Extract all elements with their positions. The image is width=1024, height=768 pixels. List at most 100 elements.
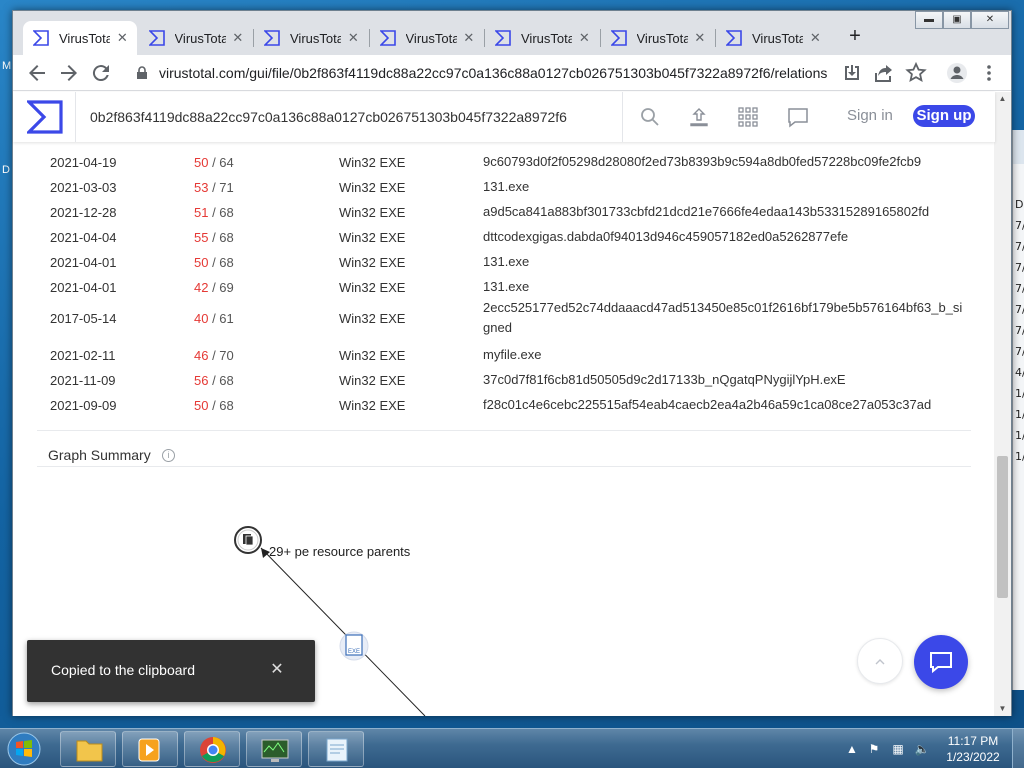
close-tab-icon[interactable]: ✕ xyxy=(578,30,590,46)
virustotal-favicon-icon xyxy=(148,30,165,46)
file-type: Win32 EXE xyxy=(339,280,406,295)
browser-tab[interactable]: VirusTotal ✕ xyxy=(370,21,484,55)
file-type: Win32 EXE xyxy=(339,155,406,170)
arrow-left-icon xyxy=(29,65,45,81)
detections-positive: 53 xyxy=(194,180,209,195)
apps-grid-icon[interactable] xyxy=(736,105,760,129)
taskbar-media-player[interactable] xyxy=(122,731,178,767)
file-name-link[interactable]: dttcodexgigas.dabda0f94013d946c459057182… xyxy=(483,227,963,247)
minimize-button[interactable]: ▬ xyxy=(915,11,943,29)
file-name-link[interactable]: a9d5ca841a883bf301733cbfd21dcd21e7666fe4… xyxy=(483,202,963,222)
show-desktop-button[interactable] xyxy=(1012,729,1024,768)
profile-button[interactable] xyxy=(945,61,969,85)
maximize-button[interactable]: ▣ xyxy=(943,11,971,29)
close-icon[interactable]: ✕ xyxy=(267,660,287,680)
scan-date: 2021-11-09 xyxy=(50,373,116,388)
detections-positive: 50 xyxy=(194,398,209,413)
browser-window: VirusTotal✕VirusTotal✕VirusTotal✕VirusTo… xyxy=(12,10,1012,716)
clock-time[interactable]: 11:17 PM xyxy=(940,734,1006,748)
scrollbar-thumb[interactable] xyxy=(997,456,1008,598)
new-tab-button[interactable]: + xyxy=(843,25,867,49)
tab-title: VirusTotal xyxy=(752,30,804,46)
pe-resource-parents-node[interactable] xyxy=(234,526,262,554)
address-bar[interactable]: virustotal.com/gui/file/0b2f863f4119dc88… xyxy=(123,59,1003,87)
taskbar: ▲ ⚑ ▦ 🔈 11:17 PM 1/23/2022 xyxy=(0,728,1024,768)
taskbar-chrome[interactable] xyxy=(184,731,240,767)
arrow-right-icon xyxy=(61,65,77,81)
forward-button[interactable] xyxy=(57,61,81,85)
chat-button[interactable] xyxy=(914,635,968,689)
search-icon[interactable] xyxy=(638,105,662,129)
show-hidden-icons-button[interactable]: ▲ xyxy=(844,741,860,757)
close-tab-icon[interactable]: ✕ xyxy=(347,30,359,46)
vt-header: 0b2f863f4119dc88a22cc97c0a136c88a0127cb0… xyxy=(13,92,995,142)
background-window-text: 7/ xyxy=(1015,219,1024,232)
tab-title: VirusTotal xyxy=(59,30,111,46)
chat-bubble-icon[interactable] xyxy=(786,105,810,129)
vt-search-box[interactable]: 0b2f863f4119dc88a22cc97c0a136c88a0127cb0… xyxy=(75,92,659,142)
upload-icon[interactable] xyxy=(687,105,711,129)
close-window-button[interactable]: ✕ xyxy=(971,11,1009,29)
virustotal-logo-icon[interactable] xyxy=(27,100,63,134)
start-button[interactable] xyxy=(4,731,44,767)
sign-in-link[interactable]: Sign in xyxy=(847,107,893,124)
close-tab-icon[interactable]: ✕ xyxy=(694,30,706,46)
file-name-link[interactable]: 9c60793d0f2f05298d28080f2ed73b8393b9c594… xyxy=(483,152,963,172)
background-window-text: 4/ xyxy=(1015,366,1024,379)
detections: 40 / 61 xyxy=(194,311,234,326)
detections: 55 / 68 xyxy=(194,230,234,245)
tab-strip: VirusTotal✕VirusTotal✕VirusTotal✕VirusTo… xyxy=(13,11,1011,55)
file-name-link[interactable]: 2ecc525177ed52c74ddaaacd47ad513450e85c01… xyxy=(483,298,963,338)
detections-total: / 68 xyxy=(208,230,234,245)
browser-tab[interactable]: VirusTotal ✕ xyxy=(716,21,830,55)
detections-positive: 55 xyxy=(194,230,209,245)
reload-button[interactable] xyxy=(89,61,113,85)
taskbar-explorer[interactable] xyxy=(60,731,116,767)
detections-total: / 68 xyxy=(208,398,234,413)
menu-button[interactable] xyxy=(977,61,1001,85)
page-scrollbar[interactable]: ▲ ▼ xyxy=(994,92,1011,716)
file-name-link[interactable]: f28c01c4e6cebc225515af54eab4caecb2ea4a2b… xyxy=(483,395,963,415)
bookmark-button[interactable] xyxy=(904,61,928,85)
file-name-link[interactable]: 131.exe xyxy=(483,252,963,272)
close-tab-icon[interactable]: ✕ xyxy=(809,30,821,46)
file-name-link[interactable]: 131.exe xyxy=(483,177,963,197)
scroll-down-arrow[interactable]: ▼ xyxy=(994,702,1011,716)
sign-up-button[interactable]: Sign up xyxy=(913,105,975,127)
browser-tab[interactable]: VirusTotal ✕ xyxy=(485,21,599,55)
divider xyxy=(37,430,971,431)
file-name-link[interactable]: 37c0d7f81f6cb81d50505d9c2d17133b_nQgatqP… xyxy=(483,370,963,390)
detections-positive: 50 xyxy=(194,155,209,170)
share-button[interactable] xyxy=(872,61,896,85)
info-icon[interactable]: i xyxy=(162,449,175,462)
detections-total: / 70 xyxy=(208,348,234,363)
install-app-button[interactable] xyxy=(840,61,864,85)
clock-date[interactable]: 1/23/2022 xyxy=(940,750,1006,764)
file-type: Win32 EXE xyxy=(339,311,406,326)
scroll-up-arrow[interactable]: ▲ xyxy=(994,92,1011,106)
network-icon[interactable]: ▦ xyxy=(890,741,906,757)
action-center-flag-icon[interactable]: ⚑ xyxy=(866,741,882,757)
browser-tab[interactable]: VirusTotal ✕ xyxy=(254,21,368,55)
background-window: Da 7/7/7/7/7/7/7/4/1/1/1/1/ xyxy=(1012,130,1024,690)
browser-tab[interactable]: VirusTotal ✕ xyxy=(23,21,137,55)
scroll-to-top-button[interactable] xyxy=(857,638,903,684)
browser-tab[interactable]: VirusTotal ✕ xyxy=(139,21,253,55)
close-tab-icon[interactable]: ✕ xyxy=(116,30,128,46)
exe-file-node[interactable]: EXE xyxy=(339,631,369,661)
detections-positive: 51 xyxy=(194,205,209,220)
detections-positive: 42 xyxy=(194,280,209,295)
taskbar-notepad[interactable] xyxy=(308,731,364,767)
file-name-link[interactable]: myfile.exe xyxy=(483,345,963,365)
file-name-link[interactable]: 131.exe xyxy=(483,277,963,297)
background-window-text: 7/ xyxy=(1015,261,1024,274)
taskbar-task-manager[interactable] xyxy=(246,731,302,767)
close-tab-icon[interactable]: ✕ xyxy=(232,30,244,46)
vt-search-input[interactable]: 0b2f863f4119dc88a22cc97c0a136c88a0127cb0… xyxy=(90,109,567,125)
url-text: virustotal.com/gui/file/0b2f863f4119dc88… xyxy=(159,65,828,81)
back-button[interactable] xyxy=(25,61,49,85)
browser-tab[interactable]: VirusTotal ✕ xyxy=(601,21,715,55)
close-tab-icon[interactable]: ✕ xyxy=(463,30,475,46)
star-icon xyxy=(905,61,927,82)
volume-icon[interactable]: 🔈 xyxy=(914,741,930,757)
